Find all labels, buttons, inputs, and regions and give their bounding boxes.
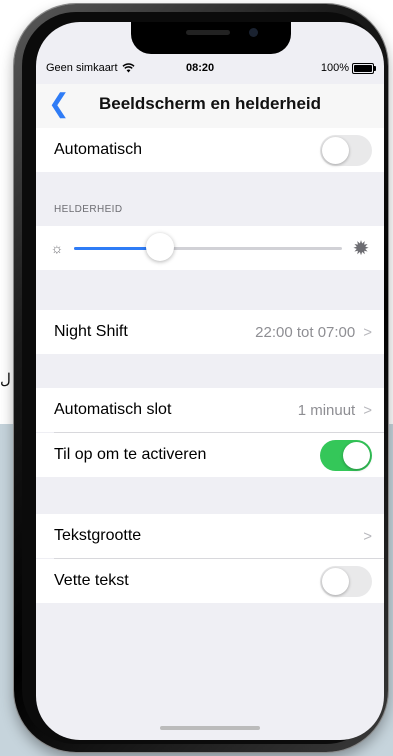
auto-lock-label: Automatisch slot (54, 401, 172, 418)
carrier-label: Geen simkaart (46, 62, 118, 74)
page-title: Beeldscherm en helderheid (98, 94, 322, 113)
speaker-grille (186, 30, 230, 35)
chevron-right-icon: > (363, 323, 372, 341)
notch (131, 22, 291, 54)
phone-screen: Geen simkaart 08:20 100% ❮ Beeldscherm e… (36, 22, 384, 740)
clock: 08:20 (186, 62, 215, 74)
text-size-label: Tekstgrootte (54, 527, 142, 544)
brightness-section-header: HELDERHEID (54, 204, 123, 215)
bold-text-row: Vette tekst (36, 559, 384, 603)
wifi-icon (122, 63, 135, 73)
battery-icon (352, 62, 376, 74)
battery-percent: 100% (320, 62, 349, 74)
auto-brightness-toggle[interactable] (320, 134, 372, 166)
raise-to-wake-row: Til op om te activeren (36, 433, 384, 477)
night-shift-value: 22:00 tot 07:00 (255, 323, 356, 341)
toggle-knob (322, 567, 349, 595)
navigation-bar: ❮ Beeldscherm en helderheid (36, 84, 384, 128)
brightness-slider[interactable] (74, 232, 342, 261)
auto-brightness-row: Automatisch (36, 128, 384, 172)
chevron-right-icon: > (363, 527, 372, 545)
toggle-knob (343, 441, 370, 469)
bold-text-toggle[interactable] (320, 565, 372, 597)
toggle-knob (322, 136, 349, 164)
auto-lock-value: 1 minuut (297, 401, 356, 419)
brightness-thumb[interactable] (145, 232, 174, 261)
sun-small-icon: ☼ (50, 240, 64, 256)
sun-large-icon: ✹ (352, 237, 370, 260)
night-shift-label: Night Shift (54, 323, 128, 340)
auto-lock-row[interactable]: Automatisch slot 1 minuut > (36, 388, 384, 432)
auto-brightness-label: Automatisch (54, 141, 143, 158)
brightness-slider-row: ☼ ✹ (36, 226, 384, 270)
home-indicator (160, 726, 260, 730)
bold-text-label: Vette tekst (54, 572, 129, 589)
text-size-row[interactable]: Tekstgrootte > (36, 514, 384, 558)
raise-to-wake-toggle[interactable] (320, 439, 372, 471)
chevron-right-icon: > (363, 401, 372, 419)
stray-character: ل (0, 371, 11, 388)
raise-to-wake-label: Til op om te activeren (54, 446, 207, 463)
night-shift-row[interactable]: Night Shift 22:00 tot 07:00 > (36, 310, 384, 354)
front-camera (249, 28, 258, 37)
